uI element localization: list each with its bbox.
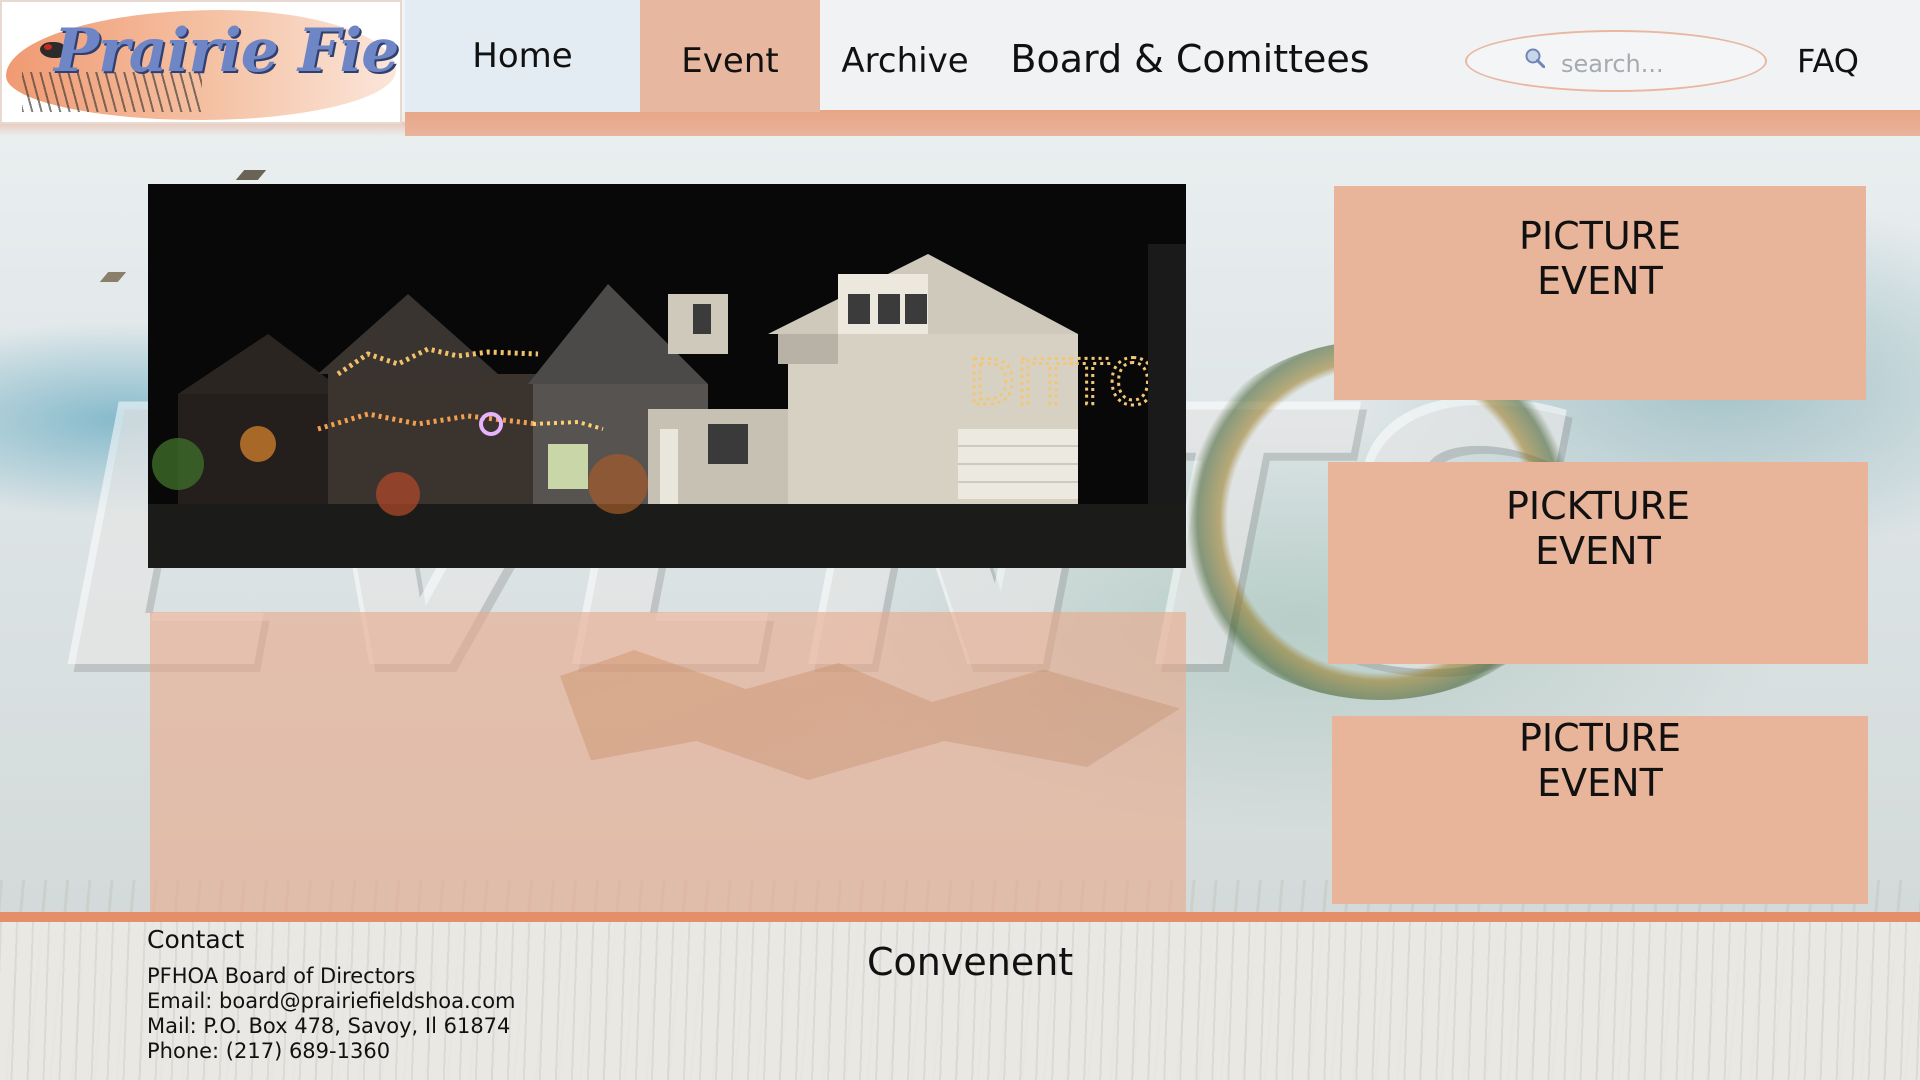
nav-faq[interactable]: FAQ [1768, 0, 1888, 112]
logo-text: Prairie Fields [54, 16, 400, 86]
event-card[interactable]: PICTURE EVENT [1334, 186, 1866, 400]
contact-phone: Phone: (217) 689-1360 [147, 1039, 391, 1063]
event-card-subtitle: EVENT [1535, 529, 1661, 573]
hero-sign-text: DITTO [968, 346, 1157, 419]
footer-divider [0, 912, 1920, 922]
site-logo[interactable]: Prairie Fields [0, 0, 402, 124]
contact-organization: PFHOA Board of Directors [147, 964, 416, 988]
nav-event[interactable]: Event [640, 0, 820, 112]
nav-archive[interactable]: Archive [820, 0, 990, 112]
contact-heading: Contact [147, 925, 245, 954]
event-card-subtitle: EVENT [1537, 761, 1663, 805]
christmas-lights-house-photo: DITTO [148, 184, 1186, 568]
event-content-panel [150, 612, 1186, 912]
nav-home[interactable]: Home [405, 0, 640, 112]
event-card-title: PICTURE [1518, 214, 1682, 258]
search-icon [1525, 48, 1545, 68]
contact-email[interactable]: Email: board@prairiefieldshoa.com [147, 989, 516, 1013]
event-card[interactable]: PICTURE EVENT [1332, 716, 1868, 904]
header-accent-strip [405, 110, 1920, 136]
convenent-link[interactable]: Convenent [867, 940, 1073, 984]
event-card[interactable]: PICKTURE EVENT [1328, 462, 1868, 664]
hero-image: DITTO [148, 184, 1186, 568]
event-card-title: PICTURE [1518, 716, 1682, 760]
search-input[interactable] [1559, 46, 1743, 82]
search-box[interactable] [1465, 30, 1767, 92]
nav-board-committees[interactable]: Board & Comittees [990, 0, 1390, 112]
header-accent-fade [0, 122, 405, 136]
event-card-title: PICKTURE [1505, 484, 1691, 528]
event-card-subtitle: EVENT [1537, 259, 1663, 303]
contact-mail: Mail: P.O. Box 478, Savoy, Il 61874 [147, 1014, 511, 1038]
